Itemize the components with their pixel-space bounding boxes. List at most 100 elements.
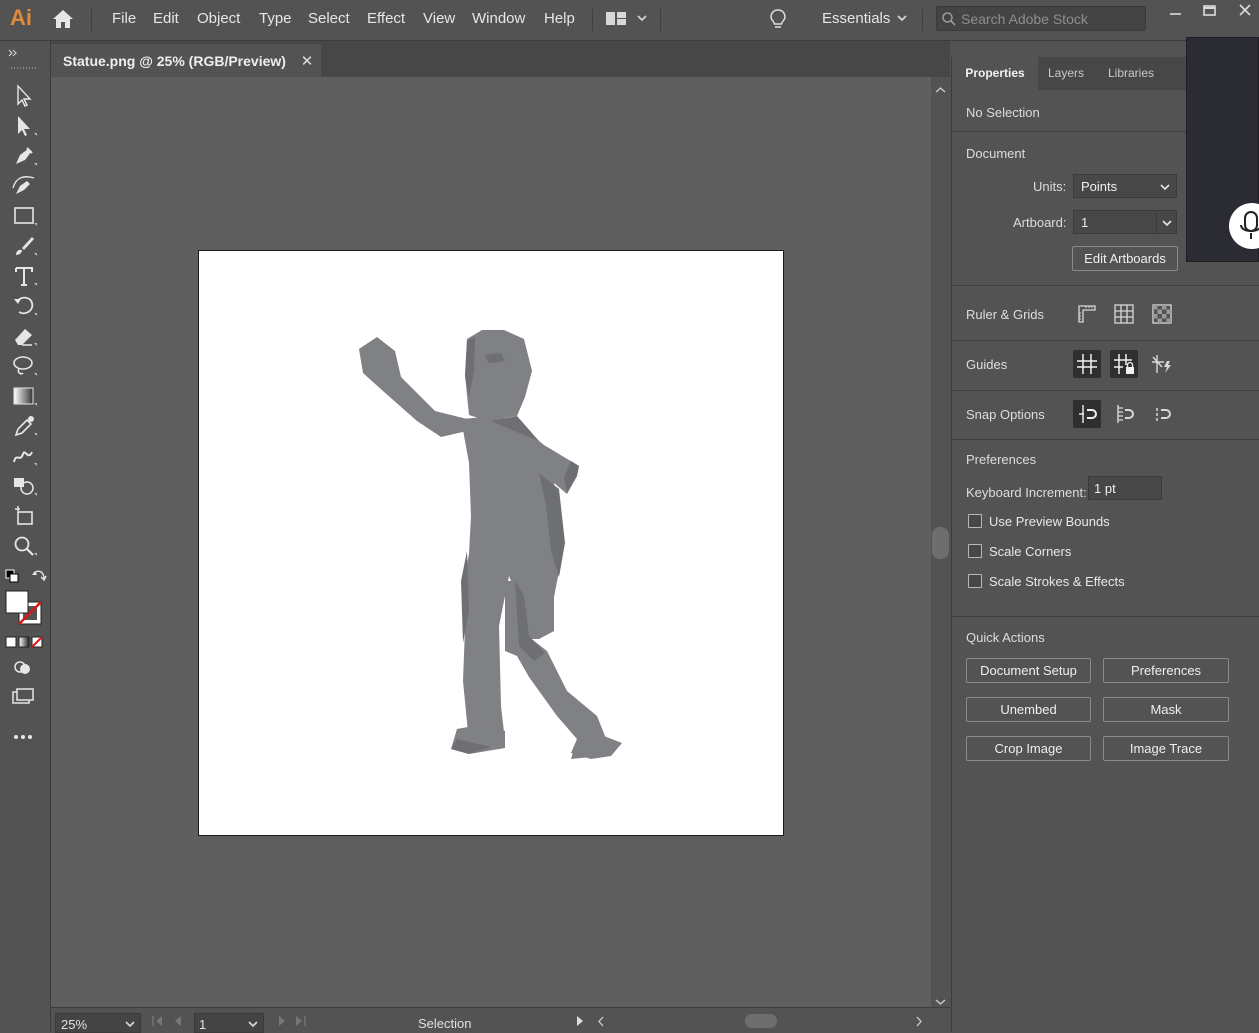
horizontal-scrollbar-thumb[interactable]	[745, 1014, 777, 1028]
keyboard-increment-input[interactable]: 1 pt	[1088, 476, 1162, 500]
scale-corners-label[interactable]: Scale Corners	[989, 544, 1071, 559]
unembed-button[interactable]: Unembed	[966, 697, 1091, 722]
section-divider	[952, 616, 1259, 617]
snap-to-glyph-icon[interactable]	[1148, 400, 1176, 428]
smart-guides-icon[interactable]	[1148, 350, 1176, 378]
menu-file[interactable]: File	[112, 9, 136, 29]
menu-bar: Ai File Edit Object Type Select Effect V…	[0, 0, 1259, 41]
tab-libraries[interactable]: Libraries	[1094, 57, 1168, 90]
snap-to-point-icon[interactable]	[1073, 400, 1101, 428]
status-menu-icon[interactable]	[575, 1015, 585, 1030]
arrange-documents-button[interactable]	[605, 9, 650, 29]
scroll-up-icon[interactable]	[935, 82, 946, 97]
chevron-down-icon[interactable]	[247, 1019, 259, 1029]
document-tab-title[interactable]: Statue.png @ 25% (RGB/Preview)	[63, 53, 286, 69]
swap-fill-stroke-icon[interactable]	[31, 569, 47, 586]
use-preview-bounds-checkbox[interactable]	[968, 514, 982, 528]
close-icon[interactable]	[1233, 2, 1257, 20]
home-icon[interactable]	[50, 8, 76, 30]
grid-icon[interactable]	[1110, 300, 1138, 328]
artboard-input[interactable]: 1	[1073, 210, 1157, 234]
close-tab-icon[interactable]: ✕	[300, 52, 314, 70]
menu-edit[interactable]: Edit	[153, 9, 179, 29]
lightbulb-icon[interactable]	[768, 8, 788, 30]
canvas[interactable]	[51, 77, 931, 1007]
ruler-icon[interactable]	[1073, 300, 1101, 328]
rotate-tool-icon[interactable]	[10, 293, 38, 319]
chevron-down-icon[interactable]	[896, 12, 908, 24]
curvature-tool-icon[interactable]	[10, 173, 38, 199]
grip-icon[interactable]	[10, 59, 38, 74]
preferences-button[interactable]: Preferences	[1103, 658, 1229, 683]
menu-type[interactable]: Type	[259, 9, 292, 29]
artboard-navigator[interactable]: 1	[194, 1013, 264, 1033]
more-tools-icon[interactable]	[13, 729, 35, 744]
lock-guides-icon[interactable]	[1110, 350, 1138, 378]
rectangle-tool-icon[interactable]	[10, 203, 38, 229]
first-artboard-icon[interactable]	[151, 1015, 165, 1030]
last-artboard-icon[interactable]	[293, 1015, 307, 1030]
zoom-dropdown[interactable]: 25%	[55, 1013, 141, 1033]
units-dropdown[interactable]: Points	[1073, 174, 1177, 198]
type-tool-icon[interactable]	[10, 263, 38, 289]
microphone-button[interactable]	[1229, 203, 1259, 249]
gradient-tool-icon[interactable]	[10, 383, 38, 409]
fill-stroke-swatch[interactable]	[5, 590, 43, 633]
edit-artboards-button[interactable]: Edit Artboards	[1072, 246, 1178, 271]
scale-strokes-effects-label[interactable]: Scale Strokes & Effects	[989, 574, 1125, 589]
zoom-tool-icon[interactable]	[10, 533, 38, 559]
artboard-tool-icon[interactable]	[10, 503, 38, 529]
menu-help[interactable]: Help	[544, 9, 575, 29]
eyedropper-tool-icon[interactable]	[10, 413, 38, 439]
next-artboard-icon[interactable]	[275, 1015, 289, 1030]
app-logo: Ai	[10, 5, 32, 30]
transparency-grid-icon[interactable]	[1148, 300, 1176, 328]
tab-properties[interactable]: Properties	[952, 57, 1038, 90]
screen-mode-icon[interactable]	[11, 688, 35, 709]
scale-corners-checkbox[interactable]	[968, 544, 982, 558]
color-mode-icons[interactable]	[5, 636, 43, 651]
crop-image-button[interactable]: Crop Image	[966, 736, 1091, 761]
menu-effect[interactable]: Effect	[367, 9, 405, 29]
status-mode[interactable]: Selection	[418, 1016, 471, 1031]
artboard[interactable]	[198, 250, 784, 836]
selection-tool-icon[interactable]	[10, 83, 38, 109]
scrollbar-thumb[interactable]	[932, 527, 949, 559]
mask-button[interactable]: Mask	[1103, 697, 1229, 722]
image-trace-button[interactable]: Image Trace	[1103, 736, 1229, 761]
scroll-right-icon[interactable]	[915, 1015, 923, 1030]
statue-image[interactable]	[199, 251, 785, 837]
default-fill-stroke-icon[interactable]	[5, 569, 21, 586]
draw-mode-icon[interactable]	[12, 658, 34, 679]
use-preview-bounds-label[interactable]: Use Preview Bounds	[989, 514, 1110, 529]
lasso-tool-icon[interactable]	[10, 353, 38, 379]
minimize-icon[interactable]	[1164, 2, 1188, 20]
previous-artboard-icon[interactable]	[171, 1015, 185, 1030]
chevron-down-icon[interactable]	[124, 1019, 136, 1029]
menu-view[interactable]: View	[423, 9, 455, 29]
restore-icon[interactable]	[1198, 2, 1222, 20]
snap-to-pixel-icon[interactable]	[1110, 400, 1138, 428]
blend-tool-icon[interactable]	[10, 443, 38, 469]
menu-object[interactable]: Object	[197, 9, 240, 29]
pen-tool-icon[interactable]	[10, 143, 38, 169]
scale-strokes-effects-checkbox[interactable]	[968, 574, 982, 588]
document-tab[interactable]: Statue.png @ 25% (RGB/Preview) ✕	[51, 44, 321, 77]
eraser-tool-icon[interactable]	[10, 323, 38, 349]
stock-search[interactable]	[936, 6, 1146, 31]
scroll-left-icon[interactable]	[597, 1015, 605, 1030]
artboard-dropdown-button[interactable]	[1156, 210, 1177, 234]
vertical-scrollbar[interactable]	[931, 77, 950, 1007]
tab-layers[interactable]: Layers	[1038, 57, 1094, 90]
collapse-panel-icon[interactable]	[8, 45, 18, 60]
section-divider	[952, 439, 1259, 440]
workspace-switcher[interactable]: Essentials	[822, 9, 890, 29]
paintbrush-tool-icon[interactable]	[10, 233, 38, 259]
show-guides-icon[interactable]	[1073, 350, 1101, 378]
menu-select[interactable]: Select	[308, 9, 350, 29]
search-input[interactable]	[961, 9, 1141, 28]
direct-selection-tool-icon[interactable]	[10, 113, 38, 139]
menu-window[interactable]: Window	[472, 9, 525, 29]
document-setup-button[interactable]: Document Setup	[966, 658, 1091, 683]
shape-builder-tool-icon[interactable]	[10, 473, 38, 499]
